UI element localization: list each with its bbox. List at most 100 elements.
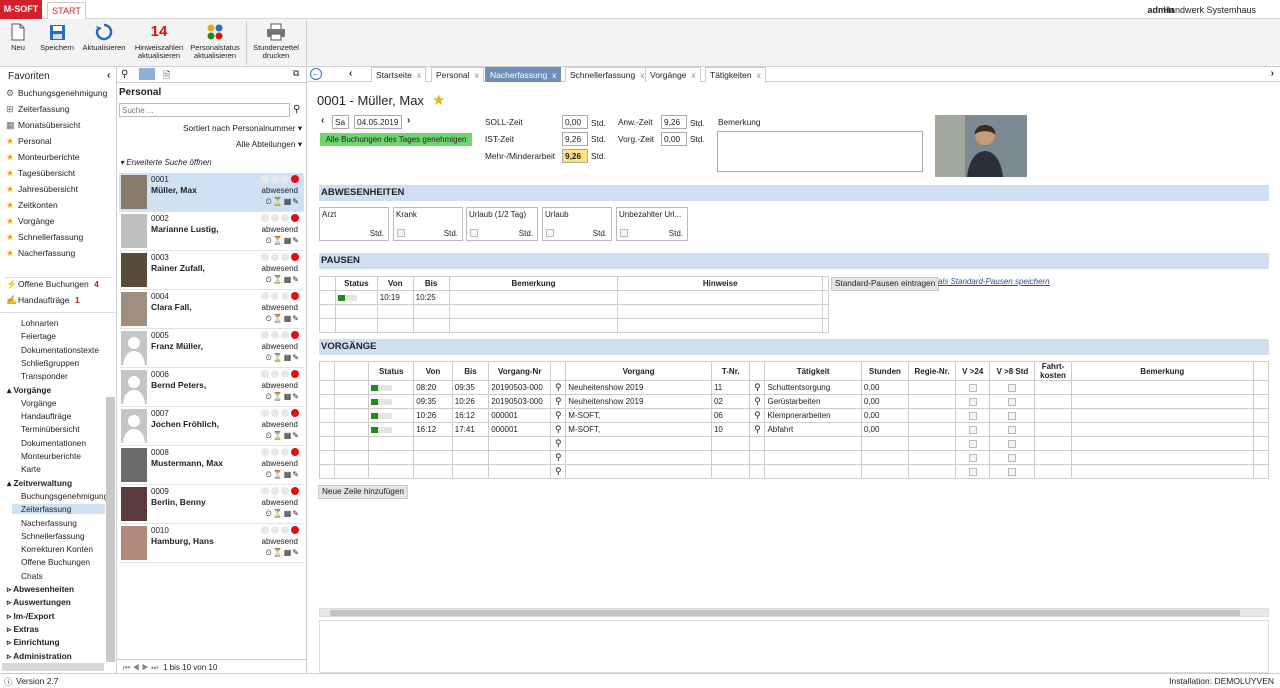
extended-search-toggle[interactable]: ▾ Erweiterte Suche öffnen bbox=[120, 158, 212, 167]
tab-close-icon[interactable]: x bbox=[552, 70, 556, 80]
favorite-item[interactable]: ★ Monteurberichte bbox=[6, 152, 79, 163]
nav-tree-item[interactable]: Handaufträge bbox=[21, 411, 71, 421]
person-view-icon[interactable] bbox=[139, 68, 155, 80]
nav-tree-item[interactable]: ▴ Zeitverwaltung bbox=[7, 478, 72, 488]
personal-search-input[interactable] bbox=[119, 103, 290, 117]
absence-checkbox[interactable] bbox=[620, 229, 628, 237]
save-standard-breaks-link[interactable]: als Standard-Pausen speichern bbox=[938, 277, 1050, 286]
tab-close-icon[interactable]: x bbox=[417, 70, 421, 80]
nav-tree-item[interactable]: ▴ Vorgänge bbox=[7, 385, 51, 395]
jobs-checkbox[interactable] bbox=[968, 411, 977, 420]
lookup-search-icon[interactable]: ⚲ bbox=[555, 466, 562, 476]
personal-row[interactable]: 0006 Bernd Peters, abwesend ⏲⏳▦✎ bbox=[119, 368, 304, 407]
jobs-row[interactable]: ⚲ bbox=[319, 450, 1270, 465]
break-row[interactable]: 10:19 10:25 bbox=[319, 290, 830, 305]
nav-tree-item[interactable]: Chats bbox=[21, 571, 43, 581]
tab-schnellerfassung[interactable]: Schnellerfassung x bbox=[565, 67, 650, 82]
favorite-item[interactable]: ★ Schnellerfassung bbox=[6, 232, 83, 243]
nav-tree-item[interactable]: Schnellerfassung bbox=[21, 531, 85, 541]
tab-close-icon[interactable]: x bbox=[757, 70, 761, 80]
tab-start[interactable]: START bbox=[47, 2, 86, 19]
favorite-item[interactable]: ★ Vorgänge bbox=[6, 216, 54, 227]
tab-close-icon[interactable]: x bbox=[475, 70, 479, 80]
jobs-row[interactable]: ⚲ bbox=[319, 436, 1270, 451]
nav-tree-item[interactable]: Vorgänge bbox=[21, 398, 57, 408]
row-action-icons[interactable]: ⏲⏳▦✎ bbox=[266, 548, 300, 558]
absence-checkbox[interactable] bbox=[546, 229, 554, 237]
nav-tree-item[interactable]: Buchungsgenehmigung bbox=[21, 491, 108, 501]
jobs-checkbox[interactable] bbox=[1008, 425, 1017, 434]
nav-tree-item[interactable]: ▹ Abwesenheiten bbox=[7, 584, 74, 594]
manual-orders-link[interactable]: ✍Handaufträge 1 bbox=[6, 295, 80, 306]
tab-startseite[interactable]: Startseite x bbox=[371, 67, 427, 82]
remark-textarea[interactable] bbox=[717, 131, 923, 172]
nav-tree-item[interactable]: ▹ Einrichtung bbox=[7, 637, 60, 647]
personal-row[interactable]: 0002 Marianne Lustig, abwesend ⏲⏳▦✎ bbox=[119, 212, 304, 251]
lookup-search-icon[interactable]: ⚲ bbox=[555, 382, 562, 392]
personal-row[interactable]: 0001 Müller, Max abwesend ⏲⏳▦✎ bbox=[119, 173, 304, 212]
add-row-button[interactable]: Neue Zeile hinzufügen bbox=[318, 485, 408, 499]
jobs-checkbox[interactable] bbox=[1008, 397, 1017, 406]
nav-tree-item[interactable]: Zeiterfassung bbox=[12, 504, 105, 515]
favorite-item[interactable]: ★ Tagesübersicht bbox=[6, 168, 75, 179]
sidebar-hscrollbar[interactable] bbox=[2, 663, 104, 671]
nav-tree-item[interactable]: Lohnarten bbox=[21, 318, 58, 328]
nav-tree-item[interactable]: Dokumentationen bbox=[21, 438, 86, 448]
lookup-search-icon[interactable]: ⚲ bbox=[754, 396, 761, 406]
jobs-checkbox[interactable] bbox=[1008, 383, 1017, 392]
search-toggle-icon[interactable]: ⚲ bbox=[121, 69, 128, 80]
jobs-checkbox[interactable] bbox=[968, 425, 977, 434]
jobs-checkbox[interactable] bbox=[1008, 467, 1017, 476]
jobs-row[interactable]: 16:12 17:41 000001 ⚲ M-SOFT, 10 ⚲ Abfahrt 0,00 bbox=[319, 422, 1270, 437]
popout-icon[interactable]: ⧉ bbox=[293, 68, 299, 79]
pager-nav-icon[interactable]: ⏮ ◀ ▶ ⏭ bbox=[123, 663, 158, 673]
jobs-hscrollbar[interactable] bbox=[319, 608, 1269, 617]
lookup-search-icon[interactable]: ⚲ bbox=[754, 424, 761, 434]
jobs-row[interactable]: 09:35 10:26 20190503-000 ⚲ Neuheitenshow 201… bbox=[319, 394, 1270, 409]
nav-tree-item[interactable]: ▹ Im-/Export bbox=[7, 611, 55, 621]
row-action-icons[interactable]: ⏲⏳▦✎ bbox=[266, 353, 300, 363]
department-select[interactable]: Alle Abteilungen ▾ bbox=[236, 139, 302, 149]
absence-checkbox[interactable] bbox=[397, 229, 405, 237]
personal-row[interactable]: 0004 Clara Fall, abwesend ⏲⏳▦✎ bbox=[119, 290, 304, 329]
back-circle-icon[interactable]: ← bbox=[310, 68, 322, 80]
tab-close-icon[interactable]: x bbox=[640, 70, 644, 80]
nav-tree-item[interactable]: Dokumentationstexte bbox=[21, 345, 99, 355]
jobs-row[interactable]: 08:20 09:35 20190503-000 ⚲ Neuheitenshow 201… bbox=[319, 380, 1270, 395]
jobs-checkbox[interactable] bbox=[1008, 453, 1017, 462]
favorite-item[interactable]: ★ Zeitkonten bbox=[6, 200, 58, 211]
nav-tree-item[interactable]: Karte bbox=[21, 464, 41, 474]
favorite-item[interactable]: ▦ Monatsübersicht bbox=[6, 120, 80, 131]
row-action-icons[interactable]: ⏲⏳▦✎ bbox=[266, 470, 300, 480]
jobs-row[interactable]: 10:26 16:12 000001 ⚲ M-SOFT, 06 ⚲ Klempnerarbei… bbox=[319, 408, 1270, 423]
refresh-button[interactable]: Aktualisieren bbox=[80, 22, 128, 52]
date-field[interactable]: 04.05.2019 bbox=[354, 115, 402, 129]
lookup-search-icon[interactable]: ⚲ bbox=[754, 382, 761, 392]
jobs-checkbox[interactable] bbox=[968, 397, 977, 406]
nav-tree-item[interactable]: ▹ Auswertungen bbox=[7, 597, 71, 607]
jobs-checkbox[interactable] bbox=[968, 383, 977, 392]
row-action-icons[interactable]: ⏲⏳▦✎ bbox=[266, 509, 300, 519]
jobs-checkbox[interactable] bbox=[1008, 439, 1017, 448]
open-bookings-link[interactable]: ⚡Offene Buchungen 4 bbox=[6, 279, 99, 290]
tab-scroll-left-icon[interactable]: ‹ bbox=[349, 68, 352, 79]
save-button[interactable]: Speichern bbox=[38, 22, 76, 52]
row-action-icons[interactable]: ⏲⏳▦✎ bbox=[266, 314, 300, 324]
nav-tree-item[interactable]: Offene Buchungen bbox=[21, 557, 90, 567]
break-row[interactable] bbox=[319, 304, 830, 319]
favorite-item[interactable]: ★ Jahresübersicht bbox=[6, 184, 78, 195]
nav-tree-item[interactable]: Korrekturen Konten bbox=[21, 544, 93, 554]
favorite-item[interactable]: ⊞ Zeiterfassung bbox=[6, 104, 70, 115]
lookup-search-icon[interactable]: ⚲ bbox=[555, 396, 562, 406]
sort-select[interactable]: Sortiert nach Personalnummer ▾ bbox=[183, 123, 302, 133]
lookup-search-icon[interactable]: ⚲ bbox=[754, 410, 761, 420]
row-action-icons[interactable]: ⏲⏳▦✎ bbox=[266, 236, 300, 246]
nav-tree-item[interactable]: Nacherfassung bbox=[21, 518, 77, 528]
print-timesheet-button[interactable]: Stundenzettel drucken bbox=[249, 22, 303, 60]
nav-tree-item[interactable]: Transponder bbox=[21, 371, 68, 381]
nav-tree-item[interactable]: Terminübersicht bbox=[21, 424, 80, 434]
nav-tree-item[interactable]: Schließgruppen bbox=[21, 358, 79, 368]
refresh-status-button[interactable]: Personalstatus aktualisieren bbox=[188, 22, 242, 60]
absence-checkbox[interactable] bbox=[470, 229, 478, 237]
collapse-sidebar-icon[interactable]: ‹ bbox=[107, 70, 110, 81]
